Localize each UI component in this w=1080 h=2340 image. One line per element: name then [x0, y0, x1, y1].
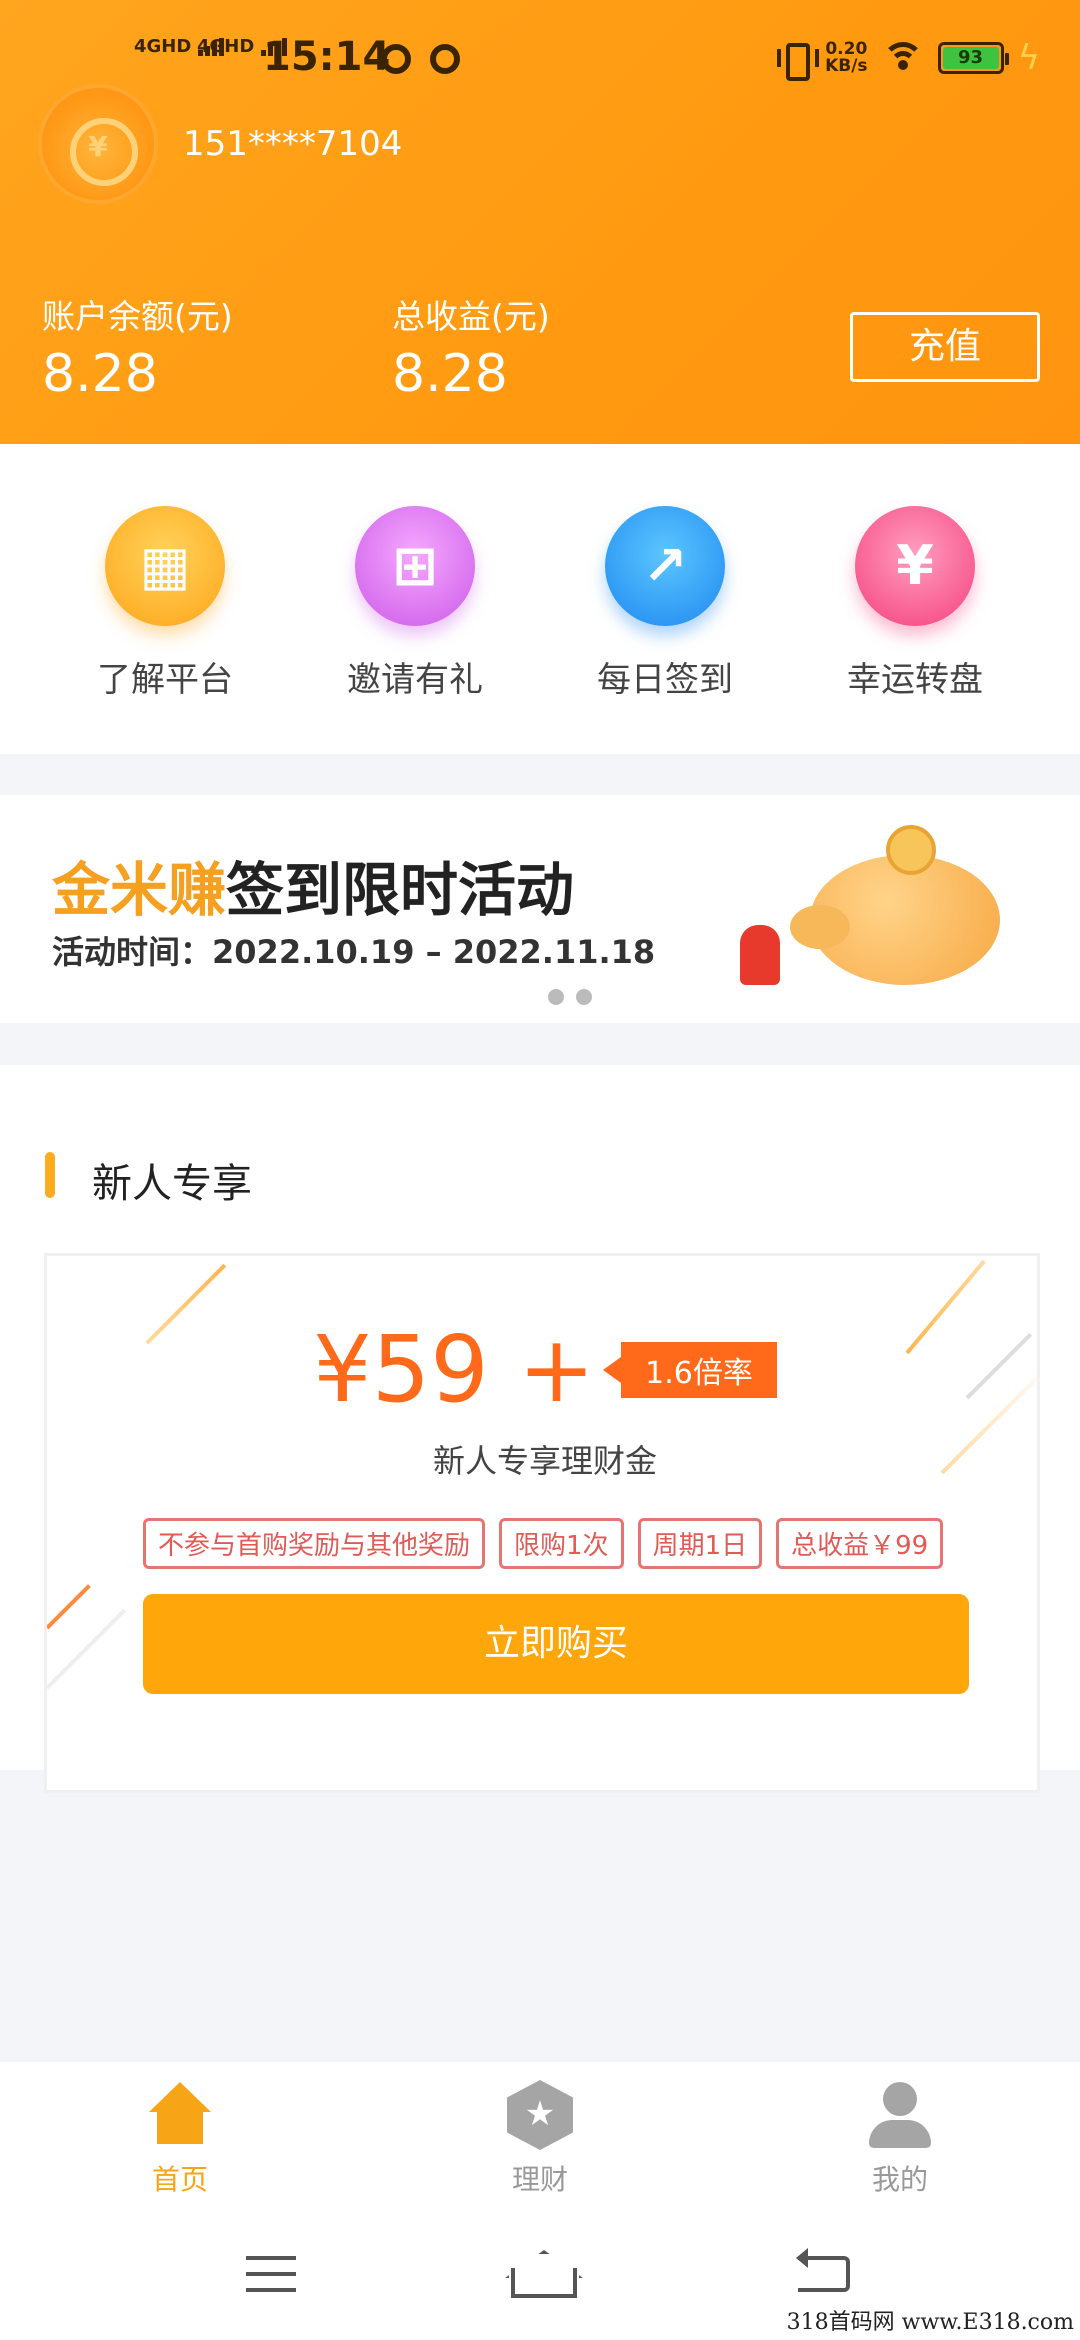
bottom-tab-bar: 首页 理财 我的 [0, 2062, 1080, 2200]
battery-icon: 93 [937, 42, 1009, 74]
checkin-icon: ↗ [605, 506, 725, 626]
wifi-icon [881, 42, 924, 74]
balance-label: 账户余额(元) [42, 297, 233, 336]
piggy-bank-illustration [790, 825, 1000, 995]
user-phone: 151****7104 [183, 124, 403, 164]
banner-title-rest: 签到限时活动 [226, 856, 575, 924]
menu-icon[interactable] [246, 2256, 296, 2304]
star-hexagon-icon [507, 2080, 573, 2150]
avatar[interactable] [42, 88, 154, 200]
system-nav-bar: 318首码网 www.E318.com [0, 2200, 1080, 2340]
balance-block: 账户余额(元) 8.28 [42, 290, 233, 404]
product-tag: 总收益￥99 [776, 1518, 944, 1569]
buy-now-button[interactable]: 立即购买 [143, 1594, 969, 1694]
banner-brand: 金米赚 [52, 856, 227, 924]
system-home-icon[interactable] [505, 2248, 577, 2298]
quick-menu: ▦ 了解平台 ⊞ 邀请有礼 ↗ 每日签到 ¥ 幸运转盘 [0, 444, 1080, 754]
status-bar: 4GHD 4GHD 15:14 0.20 KB/s 93 ϟ [0, 0, 1080, 120]
qq-notification-icon [381, 44, 411, 74]
pagination-dot[interactable] [576, 989, 592, 1005]
section-accent-bar [45, 1152, 55, 1198]
quick-item-label: 邀请有礼 [347, 660, 483, 700]
battery-level: 93 [942, 47, 999, 69]
home-icon [145, 2080, 215, 2150]
product-name: 新人专享理财金 [432, 1442, 657, 1480]
tab-home[interactable]: 首页 [80, 2080, 280, 2198]
product-tag: 限购1次 [499, 1518, 624, 1569]
promo-banner[interactable]: 金米赚签到限时活动 活动时间：2022.10.19 – 2022.11.18 [0, 795, 1080, 1023]
newbie-product-card: ¥59 + 1.6倍率 新人专享理财金 不参与首购奖励与其他奖励 限购1次 周期1… [44, 1253, 1040, 1793]
gold-bars-icon: ▦ [105, 506, 225, 626]
quick-item-label: 幸运转盘 [847, 660, 983, 700]
sim1-label: 4GHD [134, 36, 192, 57]
quick-item-label: 每日签到 [597, 660, 733, 700]
watermark: 318首码网 www.E318.com [786, 2310, 1074, 2335]
charging-icon: ϟ [1017, 38, 1040, 78]
gift-icon: ⊞ [355, 506, 475, 626]
product-price: ¥59 + [313, 1316, 596, 1423]
tab-mine[interactable]: 我的 [800, 2080, 1000, 2198]
quick-item-invite[interactable]: ⊞ 邀请有礼 [315, 506, 515, 701]
product-tags: 不参与首购奖励与其他奖励 限购1次 周期1日 总收益￥99 [143, 1518, 944, 1569]
recharge-button[interactable]: 充值 [850, 312, 1040, 382]
tab-finance[interactable]: 理财 [440, 2080, 640, 2198]
product-tag: 周期1日 [637, 1518, 763, 1569]
price-row: ¥59 + 1.6倍率 [47, 1316, 1037, 1423]
section-title: 新人专享 [92, 1161, 252, 1207]
quick-item-label: 了解平台 [97, 660, 233, 700]
back-icon[interactable] [796, 2248, 850, 2292]
quick-item-checkin[interactable]: ↗ 每日签到 [565, 506, 765, 701]
user-icon [865, 2080, 935, 2150]
tab-label: 我的 [871, 2163, 928, 2196]
banner-title: 金米赚签到限时活动 [52, 843, 574, 927]
banner-pagination [548, 989, 604, 1009]
red-envelope-icon: ¥ [855, 506, 975, 626]
product-tag: 不参与首购奖励与其他奖励 [143, 1518, 486, 1569]
newbie-section: 新人专享 ¥59 + 1.6倍率 新人专享理财金 不参与首购奖励与其他奖励 限购1… [0, 1065, 1080, 1793]
vibrate-icon [777, 41, 820, 81]
banner-time-label: 活动时间： [52, 933, 213, 971]
earnings-label: 总收益(元) [392, 297, 550, 336]
qq-notification-icon [430, 44, 460, 74]
tab-label: 理财 [511, 2163, 568, 2196]
banner-time-range: 2022.10.19 – 2022.11.18 [212, 933, 656, 971]
red-envelope-illustration [740, 925, 780, 985]
earnings-value: 8.28 [392, 344, 508, 404]
tab-label: 首页 [151, 2163, 208, 2196]
balance-value: 8.28 [42, 344, 158, 404]
sim2-label: 4GHD [197, 36, 255, 57]
quick-item-about[interactable]: ▦ 了解平台 [65, 506, 265, 701]
net-speed-unit: KB/s [825, 56, 868, 76]
banner-time: 活动时间：2022.10.19 – 2022.11.18 [52, 927, 655, 973]
status-time: 15:14 [263, 34, 391, 80]
earnings-block: 总收益(元) 8.28 [392, 290, 550, 404]
net-speed: 0.20 KB/s [825, 41, 867, 75]
rate-badge: 1.6倍率 [621, 1341, 777, 1398]
quick-item-lucky-wheel[interactable]: ¥ 幸运转盘 [815, 506, 1015, 701]
account-header: 4GHD 4GHD 15:14 0.20 KB/s 93 ϟ ¥ 151****… [0, 0, 1080, 444]
pagination-dot[interactable] [548, 989, 564, 1005]
status-right: 0.20 KB/s 93 ϟ [777, 38, 1040, 81]
